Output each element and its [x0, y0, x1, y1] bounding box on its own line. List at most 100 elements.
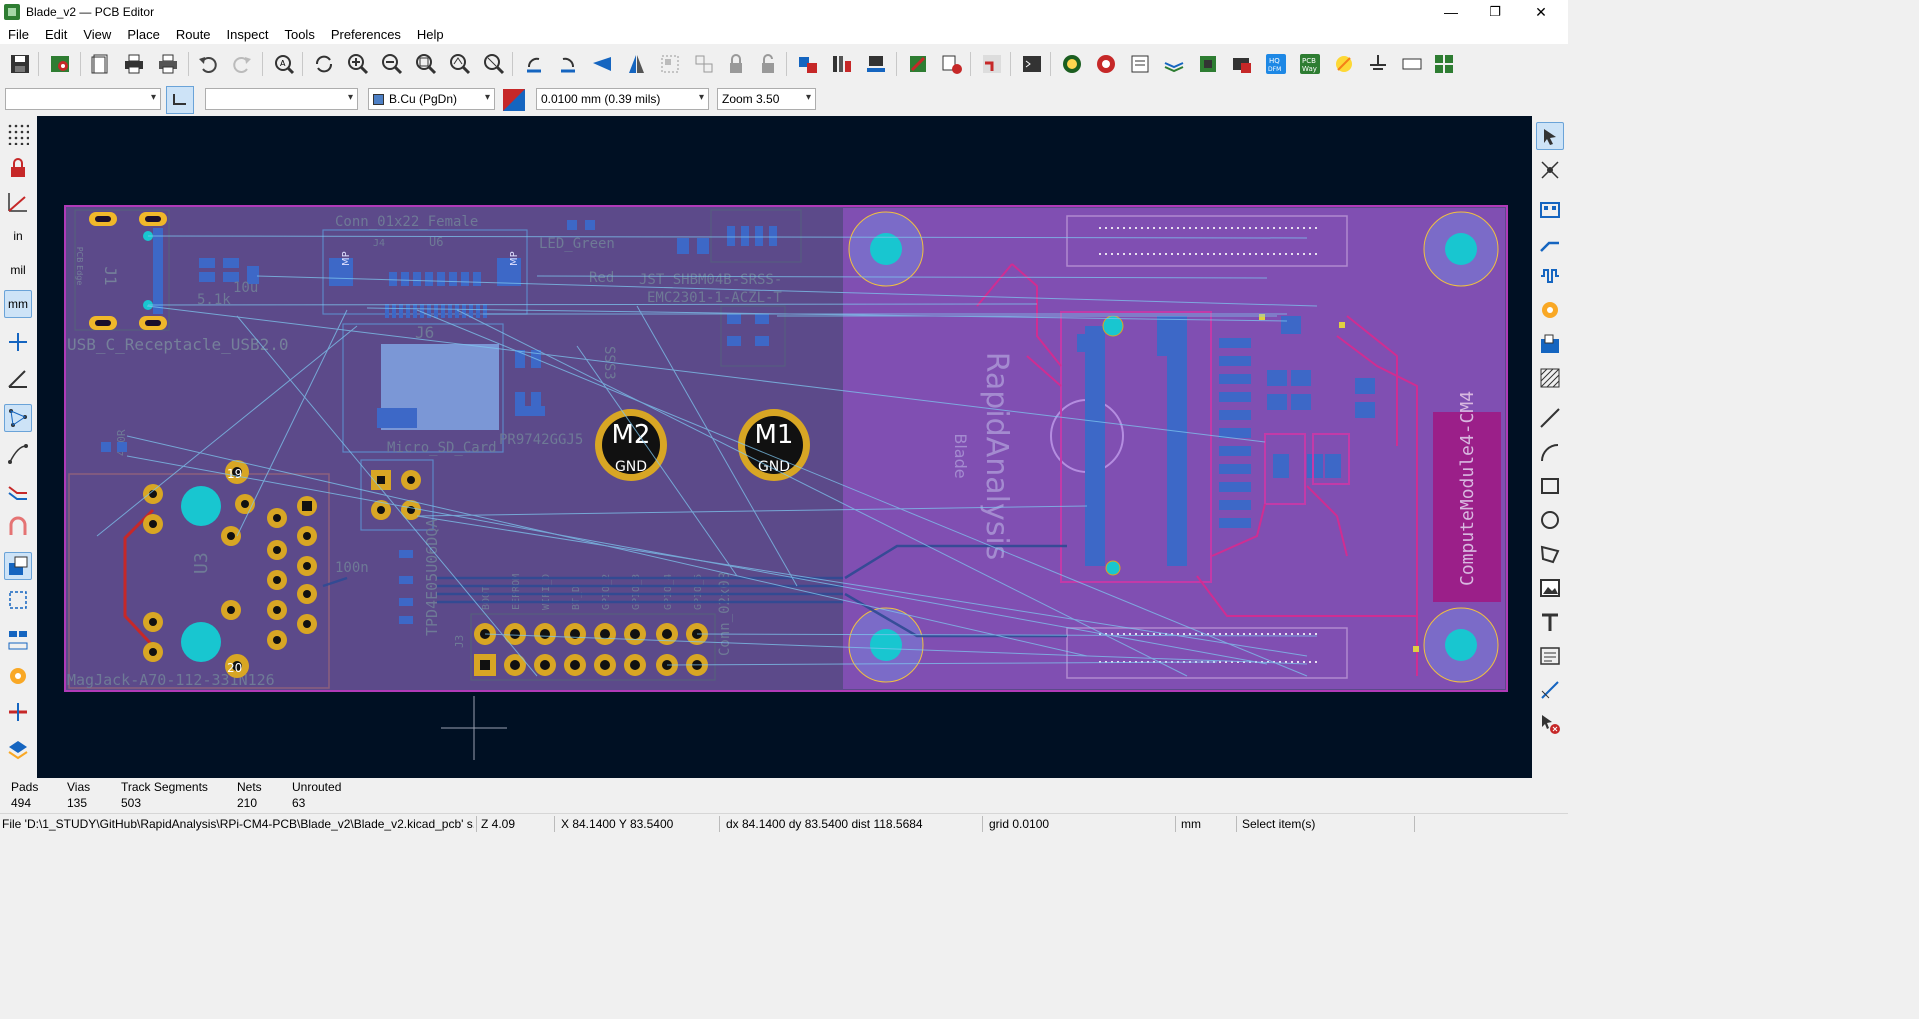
menu-edit[interactable]: Edit [37, 27, 75, 42]
board-setup-icon[interactable] [46, 50, 74, 78]
drc-icon[interactable] [938, 50, 966, 78]
menu-file[interactable]: File [0, 27, 37, 42]
save-icon[interactable] [6, 50, 34, 78]
draw-rectangle-icon[interactable] [1536, 472, 1564, 500]
delete-tool-icon[interactable] [1536, 710, 1564, 738]
zoom-in-icon[interactable] [344, 50, 372, 78]
add-dimension-icon[interactable] [1536, 676, 1564, 704]
lock-grid-icon[interactable] [4, 154, 32, 182]
menu-place[interactable]: Place [119, 27, 168, 42]
menu-inspect[interactable]: Inspect [219, 27, 277, 42]
find-icon[interactable]: A [270, 50, 298, 78]
select-tool-icon[interactable] [1536, 122, 1564, 150]
draw-arc-icon[interactable] [1536, 438, 1564, 466]
zone-outline-icon[interactable] [4, 586, 32, 614]
zoom-select[interactable]: Zoom 3.50 ▾ [717, 88, 816, 110]
mirror-horizontal-icon[interactable] [588, 50, 616, 78]
draw-circle-icon[interactable] [1536, 506, 1564, 534]
track-outline-icon[interactable] [4, 698, 32, 726]
zoom-selection-icon[interactable] [480, 50, 508, 78]
lock-icon[interactable] [722, 50, 750, 78]
curved-ratsnest-icon[interactable] [4, 440, 32, 468]
menu-help[interactable]: Help [409, 27, 452, 42]
plugin-jlc-icon[interactable] [1058, 50, 1086, 78]
plugin-board-icon[interactable] [1194, 50, 1222, 78]
pad-display-icon[interactable] [4, 626, 32, 654]
unlock-icon[interactable] [754, 50, 782, 78]
via-display-icon[interactable] [4, 662, 32, 690]
layer-pair-icon[interactable] [500, 86, 528, 114]
footprint-library-icon[interactable] [828, 50, 856, 78]
add-textbox-icon[interactable] [1536, 642, 1564, 670]
add-via-icon[interactable] [1536, 296, 1564, 324]
mirror-vertical-icon[interactable] [622, 50, 650, 78]
svg-text:A: A [280, 59, 286, 68]
zone-display-icon[interactable] [4, 552, 32, 580]
rule-area-icon[interactable] [1536, 364, 1564, 392]
add-footprint-icon[interactable] [1536, 196, 1564, 224]
grid-toggle-icon[interactable] [4, 120, 32, 148]
redo-icon[interactable] [228, 50, 256, 78]
show-tracks-icon[interactable] [4, 476, 32, 504]
zoom-objects-icon[interactable] [446, 50, 474, 78]
plugin-layers-icon[interactable] [1160, 50, 1188, 78]
plugin-label-icon[interactable] [1398, 50, 1426, 78]
menu-view[interactable]: View [75, 27, 119, 42]
plugin-grid-icon[interactable] [1430, 50, 1458, 78]
undo-icon[interactable] [194, 50, 222, 78]
cursor-style-icon[interactable] [4, 328, 32, 356]
ungroup-icon[interactable] [690, 50, 718, 78]
plugin-fabrication-icon[interactable] [1228, 50, 1256, 78]
add-text-icon[interactable] [1536, 608, 1564, 636]
pcb-canvas[interactable]: ComputeModule4-CM4 RapidAnalysis Blade J… [37, 116, 1532, 778]
footprint-editor-icon[interactable] [862, 50, 890, 78]
layers-manager-icon[interactable] [4, 736, 32, 764]
draw-line-icon[interactable] [1536, 404, 1564, 432]
ratsnest-toggle-icon[interactable] [4, 404, 32, 432]
netlist-update-icon[interactable] [794, 50, 822, 78]
grid-select[interactable]: 0.0100 mm (0.39 mils) ▾ [536, 88, 709, 110]
draw-polygon-icon[interactable] [1536, 540, 1564, 568]
maximize-button[interactable]: ❐ [1472, 0, 1518, 24]
zoom-fit-icon[interactable] [412, 50, 440, 78]
units-mm-button[interactable]: mm [4, 290, 32, 318]
plugin-hq-dfm-icon[interactable]: HQ DFM [1262, 50, 1290, 78]
measure-angle-icon[interactable] [4, 364, 32, 392]
add-zone-icon[interactable] [1536, 330, 1564, 358]
magjack-mount-hole [181, 486, 221, 526]
group-icon[interactable] [656, 50, 684, 78]
route-track-icon[interactable] [1536, 230, 1564, 258]
local-ratsnest-icon[interactable] [1536, 156, 1564, 184]
plot-icon[interactable] [154, 50, 182, 78]
scripting-icon[interactable] [904, 50, 932, 78]
print-icon[interactable] [120, 50, 148, 78]
close-button[interactable]: ✕ [1518, 0, 1564, 24]
menu-tools[interactable]: Tools [276, 27, 322, 42]
minimize-button[interactable]: — [1428, 0, 1474, 24]
refresh-icon[interactable] [310, 50, 338, 78]
plugin-bom-icon[interactable] [1126, 50, 1154, 78]
plugin-highlight-icon[interactable] [1330, 50, 1358, 78]
layer-select[interactable]: B.Cu (PgDn) ▾ [368, 88, 495, 110]
pcb-edge-label: PCB Edge [75, 247, 84, 286]
add-image-icon[interactable] [1536, 574, 1564, 602]
via-size-select[interactable]: ▾ [205, 88, 358, 110]
tune-length-icon[interactable] [1536, 262, 1564, 290]
menu-route[interactable]: Route [168, 27, 219, 42]
plugin-teardrop-icon[interactable] [1092, 50, 1120, 78]
rotate-ccw-icon[interactable] [520, 50, 548, 78]
interactive-router-icon[interactable] [978, 50, 1006, 78]
page-settings-icon[interactable] [86, 50, 114, 78]
highlight-net-icon[interactable] [4, 512, 32, 540]
zoom-out-icon[interactable] [378, 50, 406, 78]
track-width-select[interactable]: ▾ [5, 88, 161, 110]
rotate-cw-icon[interactable] [554, 50, 582, 78]
terminal-icon[interactable] [1018, 50, 1046, 78]
menu-preferences[interactable]: Preferences [323, 27, 409, 42]
plugin-ground-icon[interactable] [1364, 50, 1392, 78]
units-mil-button[interactable]: mil [4, 256, 32, 284]
plugin-pcbway-icon[interactable]: PCB Way [1296, 50, 1324, 78]
units-inch-button[interactable]: in [4, 222, 32, 250]
polar-coords-icon[interactable] [4, 188, 32, 216]
auto-track-width-icon[interactable] [166, 86, 194, 114]
